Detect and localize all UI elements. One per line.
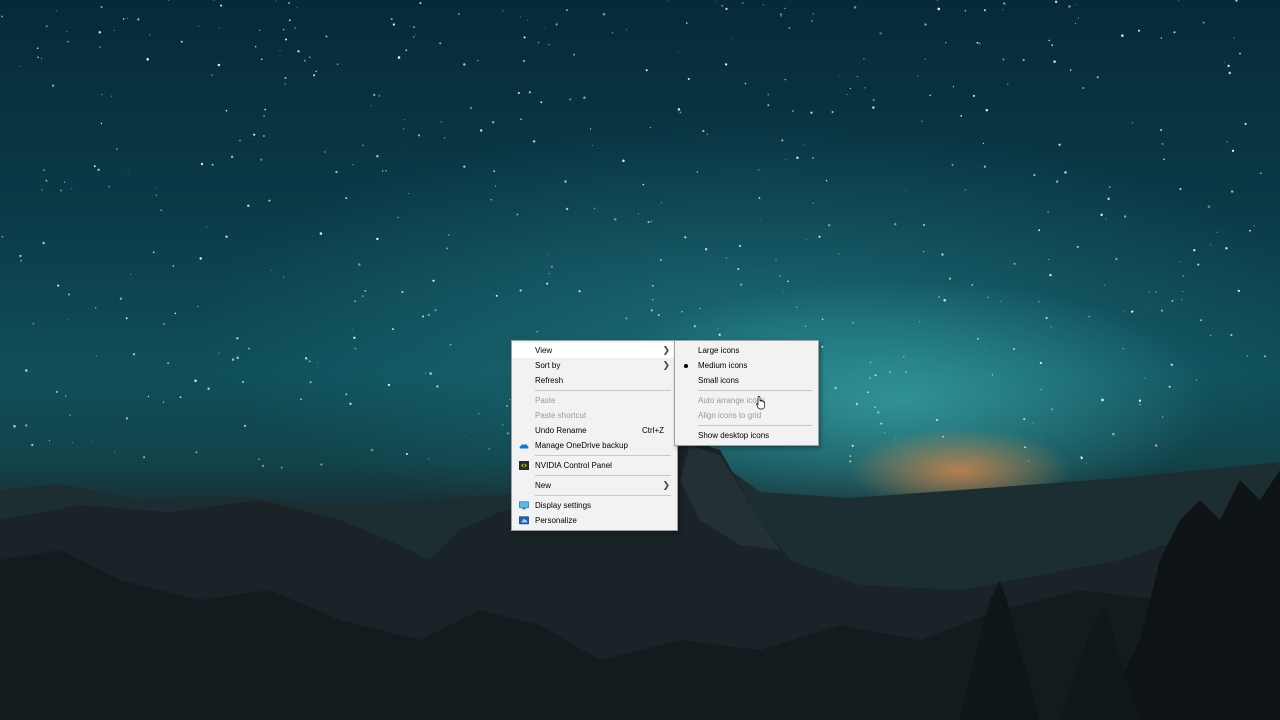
menu-separator: [535, 390, 671, 391]
view-submenu: Large icons Medium icons Small icons Aut…: [674, 340, 819, 446]
submenu-item-show-desktop-icons-label: Show desktop icons: [698, 431, 770, 440]
menu-item-personalize[interactable]: Personalize: [512, 513, 677, 528]
menu-separator: [698, 390, 812, 391]
menu-item-sort-by[interactable]: Sort by ❯: [512, 358, 677, 373]
submenu-item-show-desktop-icons[interactable]: Show desktop icons: [675, 428, 818, 443]
submenu-item-auto-arrange[interactable]: Auto arrange icons: [675, 393, 818, 408]
menu-item-nvidia-control-panel[interactable]: NVIDIA Control Panel: [512, 458, 677, 473]
desktop-context-menu: View ❯ Sort by ❯ Refresh Paste Paste sho…: [511, 340, 678, 531]
personalize-icon: [519, 516, 529, 525]
menu-item-new-label: New: [535, 481, 552, 490]
submenu-item-medium-icons[interactable]: Medium icons: [675, 358, 818, 373]
menu-item-undo-rename-label: Undo Rename: [535, 426, 587, 435]
desktop[interactable]: View ❯ Sort by ❯ Refresh Paste Paste sho…: [0, 0, 1280, 720]
chevron-right-icon: ❯: [662, 480, 670, 490]
menu-item-refresh-label: Refresh: [535, 376, 564, 385]
submenu-item-medium-icons-label: Medium icons: [698, 361, 748, 370]
display-monitor-icon: [519, 501, 529, 510]
onedrive-cloud-icon: [519, 444, 529, 449]
menu-item-refresh[interactable]: Refresh: [512, 373, 677, 388]
submenu-item-align-to-grid-label: Align icons to grid: [698, 411, 762, 420]
menu-item-manage-onedrive[interactable]: Manage OneDrive backup: [512, 438, 677, 453]
submenu-item-large-icons[interactable]: Large icons: [675, 343, 818, 358]
menu-separator: [535, 455, 671, 456]
menu-separator: [535, 475, 671, 476]
submenu-item-small-icons[interactable]: Small icons: [675, 373, 818, 388]
menu-item-new[interactable]: New ❯: [512, 478, 677, 493]
undo-rename-shortcut-hint: Ctrl+Z: [642, 426, 664, 435]
menu-item-display-settings-label: Display settings: [535, 501, 592, 510]
menu-item-nvidia-control-panel-label: NVIDIA Control Panel: [535, 461, 612, 470]
menu-separator: [698, 425, 812, 426]
menu-item-personalize-label: Personalize: [535, 516, 577, 525]
mouse-pointer-icon: [756, 396, 765, 410]
nvidia-icon: [519, 461, 529, 470]
menu-item-paste[interactable]: Paste: [512, 393, 677, 408]
menu-separator: [535, 495, 671, 496]
submenu-item-large-icons-label: Large icons: [698, 346, 740, 355]
submenu-item-align-to-grid[interactable]: Align icons to grid: [675, 408, 818, 423]
menu-item-paste-shortcut[interactable]: Paste shortcut: [512, 408, 677, 423]
menu-item-undo-rename[interactable]: Undo Rename Ctrl+Z: [512, 423, 677, 438]
selected-radio-bullet-icon: [684, 364, 688, 368]
menu-item-display-settings[interactable]: Display settings: [512, 498, 677, 513]
chevron-right-icon: ❯: [662, 360, 670, 370]
menu-item-manage-onedrive-label: Manage OneDrive backup: [535, 441, 628, 450]
menu-item-paste-shortcut-label: Paste shortcut: [535, 411, 587, 420]
menu-item-sort-by-label: Sort by: [535, 361, 561, 370]
menu-item-view[interactable]: View ❯: [512, 343, 677, 358]
submenu-item-small-icons-label: Small icons: [698, 376, 739, 385]
menu-item-view-label: View: [535, 346, 553, 355]
chevron-right-icon: ❯: [662, 345, 670, 355]
menu-item-paste-label: Paste: [535, 396, 556, 405]
